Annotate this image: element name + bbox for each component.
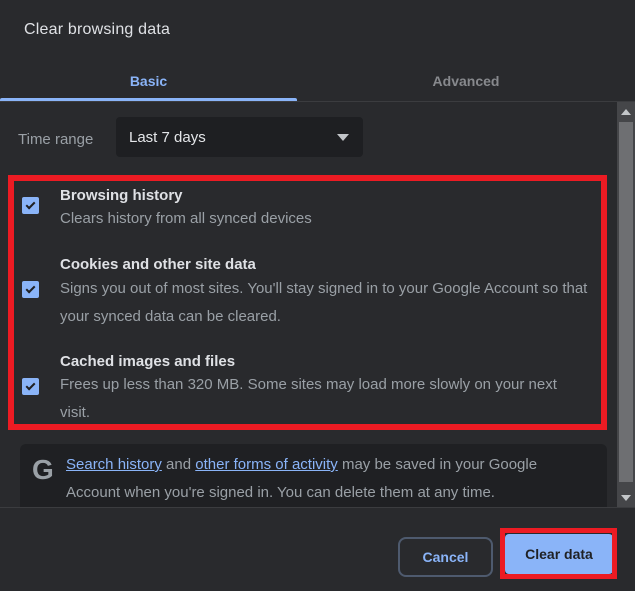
scrollbar-thumb[interactable] bbox=[619, 122, 633, 482]
search-history-link[interactable]: Search history bbox=[66, 456, 162, 473]
tabstrip: Basic Advanced bbox=[0, 60, 635, 102]
chevron-down-icon bbox=[337, 133, 349, 141]
google-sync-note: G Search history and other forms of acti… bbox=[20, 444, 607, 507]
option-title-cookies[interactable]: Cookies and other site data bbox=[60, 255, 256, 275]
option-desc-cookies: Signs you out of most sites. You'll stay… bbox=[60, 280, 588, 325]
option-desc-cached-images: Frees up less than 320 MB. Some sites ma… bbox=[60, 376, 557, 421]
check-icon bbox=[25, 380, 36, 390]
scroll-up-button[interactable] bbox=[617, 104, 635, 120]
time-range-label: Time range bbox=[18, 131, 94, 148]
option-desc-browsing-history: Clears history from all synced devices bbox=[60, 210, 312, 227]
time-range-value: Last 7 days bbox=[129, 128, 206, 146]
scroll-down-button[interactable] bbox=[617, 490, 635, 506]
google-logo-icon: G bbox=[32, 454, 54, 485]
note-and-text: and bbox=[161, 456, 196, 473]
google-sync-note-text: Search history and other forms of activi… bbox=[66, 451, 588, 507]
check-icon bbox=[25, 199, 36, 209]
arrow-down-icon bbox=[621, 495, 631, 501]
bottom-separator bbox=[0, 507, 635, 508]
active-tab-underline bbox=[0, 98, 297, 101]
arrow-up-icon bbox=[621, 109, 631, 115]
cancel-button[interactable]: Cancel bbox=[398, 537, 493, 577]
other-forms-of-activity-link[interactable]: other forms of activity bbox=[195, 456, 338, 473]
clear-browsing-data-dialog: Clear browsing data Basic Advanced Time … bbox=[0, 0, 635, 591]
tabstrip-border bbox=[0, 101, 635, 102]
time-range-select[interactable]: Last 7 days bbox=[116, 117, 363, 157]
checkbox-browsing-history[interactable] bbox=[22, 197, 39, 214]
checkbox-cookies[interactable] bbox=[22, 281, 39, 298]
clear-data-button[interactable]: Clear data bbox=[505, 534, 613, 574]
scrollbar[interactable] bbox=[617, 102, 635, 508]
option-title-browsing-history[interactable]: Browsing history bbox=[60, 186, 183, 206]
check-icon bbox=[25, 283, 36, 293]
tab-basic[interactable]: Basic bbox=[0, 60, 297, 101]
tab-advanced[interactable]: Advanced bbox=[297, 60, 635, 101]
dialog-title: Clear browsing data bbox=[24, 21, 171, 38]
option-title-cached-images[interactable]: Cached images and files bbox=[60, 352, 235, 372]
checkbox-cached-images[interactable] bbox=[22, 378, 39, 395]
